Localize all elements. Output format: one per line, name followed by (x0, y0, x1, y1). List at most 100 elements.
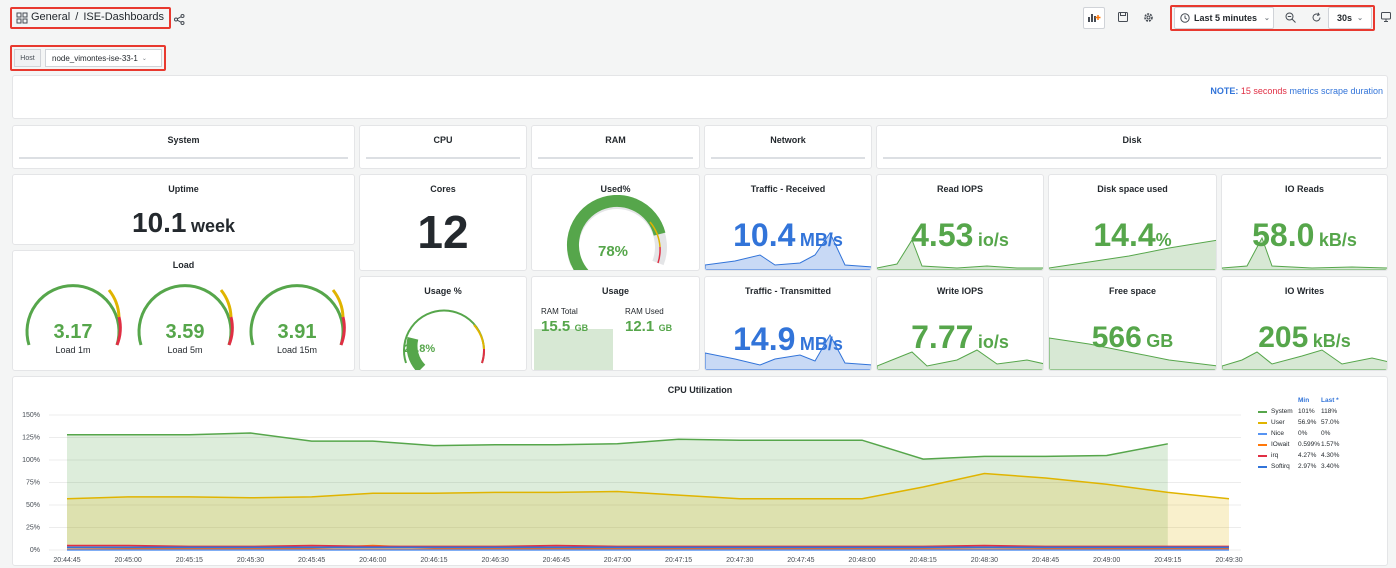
x-tick-label: 20:48:30 (971, 557, 998, 564)
disk-space-used-panel: Disk space used 14.4% (1048, 174, 1217, 271)
legend-header: Min Last * (1258, 395, 1386, 406)
add-panel-button[interactable] (1083, 7, 1105, 29)
x-tick-label: 20:45:15 (176, 557, 203, 564)
panel-title: Traffic - Transmitted (744, 286, 832, 296)
read-iops-value: 4.53 io/s (877, 217, 1043, 254)
note-panel: NOTE: 15 seconds metrics scrape duration (12, 75, 1388, 119)
stat-unit: kB/s (1318, 230, 1357, 250)
host-variable-value: node_vimontes-ise-33-1 (52, 53, 138, 63)
gauge-value: 3.91 (277, 321, 317, 343)
save-button[interactable] (1112, 7, 1134, 29)
zoom-out-icon (1285, 12, 1296, 25)
gauge-label: Load 5m (167, 345, 203, 355)
io-reads-value: 58.0 kB/s (1222, 217, 1387, 254)
time-range-picker[interactable]: Last 5 minutes ⌄ (1174, 7, 1274, 29)
row-title: System (167, 135, 200, 145)
io-writes-panel: IO Writes 205 kB/s (1221, 276, 1388, 371)
legend-item-softirq[interactable]: Softirq 2.97% 3.40% (1258, 461, 1386, 472)
load-gauge-1m: 3.17 Load 1m (17, 273, 129, 369)
legend-swatch (1258, 410, 1267, 413)
ram-used-panel: Used% 78% (531, 174, 700, 271)
x-tick-label: 20:47:45 (787, 557, 814, 564)
ram-usage-panel: Usage RAM Total 15.5 GB RAM Used 12.1 GB (531, 276, 700, 371)
chevron-down-icon: ⌄ (1357, 15, 1363, 22)
x-tick-label: 20:44:45 (53, 557, 80, 564)
x-tick-label: 20:45:30 (237, 557, 264, 564)
ram-used-value: 78% (598, 243, 629, 260)
add-panel-icon (1087, 12, 1101, 24)
row-disk: Disk (876, 125, 1388, 169)
chart-legend: Min Last * System 101% 118% User 56.9% 57.0% N… (1258, 395, 1386, 472)
refresh-icon (1311, 12, 1322, 25)
legend-last-header[interactable]: Last * (1321, 397, 1344, 404)
panel-title: Uptime (168, 184, 199, 194)
dashboard-title[interactable]: ISE-Dashboards (83, 11, 164, 23)
cores-value: 12 (417, 206, 469, 258)
panel-title: IO Reads (1284, 184, 1324, 194)
row-network: Network (704, 125, 872, 169)
stat-unit: io/s (977, 230, 1009, 250)
uptime-panel: Uptime 10.1 week (12, 174, 355, 245)
gauge-fill (567, 195, 666, 270)
stat-number: 14.4 (1093, 217, 1156, 253)
gear-icon (1143, 12, 1154, 25)
legend-swatch (1258, 454, 1267, 457)
legend-series-name: Nice (1271, 430, 1285, 437)
breadcrumb-folder[interactable]: General (31, 11, 70, 23)
panel-title: Usage (601, 286, 629, 296)
legend-item-user[interactable]: User 56.9% 57.0% (1258, 417, 1386, 428)
legend-item-iowait[interactable]: IOwait 0.599% 1.57% (1258, 439, 1386, 450)
gauge-label: Load 15m (276, 345, 318, 355)
x-tick-label: 20:48:45 (1032, 557, 1059, 564)
note-highlight: 15 seconds (1240, 86, 1287, 96)
panel-title: IO Writes (1284, 286, 1325, 296)
legend-min-value: 56.9% (1298, 419, 1317, 426)
x-tick-label: 20:46:00 (359, 557, 386, 564)
zoom-out-button[interactable] (1279, 7, 1301, 29)
legend-min-header[interactable]: Min (1298, 397, 1321, 404)
tv-mode-icon (1381, 12, 1391, 24)
chevron-down-icon: ⌄ (1264, 15, 1270, 22)
stat-unit: % (1155, 230, 1172, 250)
share-icon[interactable] (174, 12, 185, 25)
disk-space-used-value: 14.4% (1049, 217, 1216, 254)
x-tick-label: 20:49:30 (1215, 557, 1242, 564)
panel-title: Used% (600, 184, 631, 194)
legend-last-value: 0% (1321, 430, 1331, 437)
stat-unit: MB/s (799, 230, 843, 250)
ram-used-label: RAM Used (625, 307, 664, 316)
stat-number: 14.9 (733, 321, 796, 357)
stat-number: 10.4 (733, 217, 796, 253)
legend-swatch (1258, 421, 1267, 424)
legend-item-irq[interactable]: irq 4.27% 4.30% (1258, 450, 1386, 461)
clock-icon (1180, 13, 1190, 23)
legend-item-nice[interactable]: Nice 0% 0% (1258, 428, 1386, 439)
note-text: NOTE: 15 seconds metrics scrape duration (1210, 86, 1383, 96)
refresh-button[interactable] (1305, 7, 1327, 29)
row-system: System (12, 125, 355, 169)
refresh-interval-picker[interactable]: 30s ⌄ (1328, 7, 1372, 29)
legend-rows: System 101% 118% User 56.9% 57.0% Nice 0% 0% IOwa… (1258, 406, 1386, 472)
legend-last-value: 118% (1321, 408, 1338, 415)
tv-mode-button[interactable] (1378, 7, 1394, 29)
ram-used-stat: 12.1 GB (625, 318, 672, 336)
stat-unit: kB/s (1312, 331, 1351, 351)
y-tick-label: 125% (22, 435, 40, 442)
x-tick-label: 20:49:15 (1154, 557, 1181, 564)
y-tick-label: 50% (26, 502, 40, 509)
chart-title: CPU Utilization (667, 385, 733, 395)
cpu-utilization-chart[interactable]: 150% 125% 100% 75% 50% 25% 0% 20:44:45 20:45:00 2… (13, 397, 1258, 566)
stat-unit: GB (574, 323, 589, 333)
traffic-transmitted-panel: Traffic - Transmitted 14.9 MB/s (704, 276, 872, 371)
grid-icon[interactable] (16, 11, 28, 24)
legend-series-name: IOwait (1271, 441, 1290, 448)
cores-panel: Cores 12 (359, 174, 527, 271)
host-variable-select[interactable]: node_vimontes-ise-33-1 ⌄ (45, 49, 162, 67)
stat-number: 7.77 (911, 319, 974, 355)
cpu-usage-gauge (403, 309, 486, 370)
legend-item-system[interactable]: System 101% 118% (1258, 406, 1386, 417)
stat-number: 4.53 (911, 217, 974, 253)
settings-button[interactable] (1137, 7, 1159, 29)
row-title: Disk (1122, 135, 1142, 145)
legend-swatch (1258, 465, 1267, 468)
